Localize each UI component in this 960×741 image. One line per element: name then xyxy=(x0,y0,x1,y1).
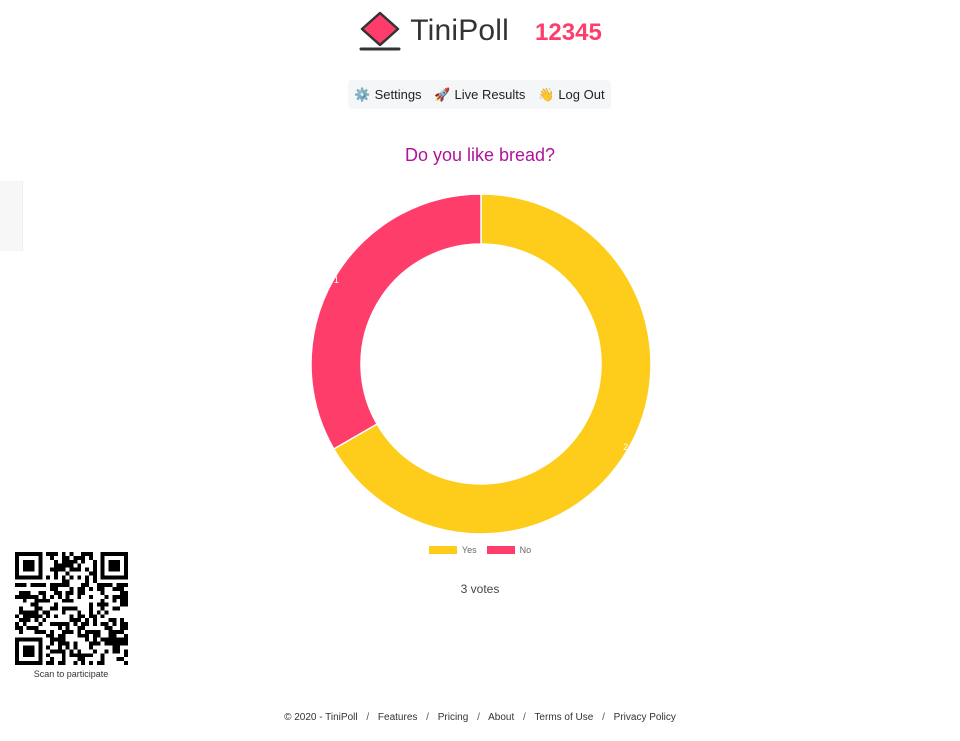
nav-log-out-label: Log Out xyxy=(558,87,605,102)
nav-log-out[interactable]: 👋 Log Out xyxy=(538,87,604,103)
qr-code xyxy=(15,552,128,665)
nav-live-results-label: Live Results xyxy=(454,87,526,102)
side-tab[interactable] xyxy=(0,181,23,251)
waving-hand-icon: 👋 xyxy=(538,86,555,102)
footer: © 2020 - TiniPoll / Features / Pricing /… xyxy=(284,712,676,723)
chart-legend: Yes No xyxy=(0,545,960,555)
logo-icon xyxy=(359,11,401,51)
rocket-icon: 🚀 xyxy=(434,86,451,102)
slice-value-no: 1 xyxy=(334,275,339,285)
footer-link-terms[interactable]: Terms of Use xyxy=(534,712,593,723)
vote-count: 3 votes xyxy=(460,582,500,596)
poll-question: Do you like bread? xyxy=(404,145,556,165)
gear-icon: ⚙️ xyxy=(354,86,371,102)
footer-link-about[interactable]: About xyxy=(488,712,514,723)
qr-caption: Scan to participate xyxy=(33,669,109,679)
footer-link-privacy[interactable]: Privacy Policy xyxy=(614,712,676,723)
slice-value-yes: 2 xyxy=(623,442,628,452)
poll-code: 12345 xyxy=(535,19,602,46)
nav-settings-label: Settings xyxy=(374,87,422,102)
nav-bar: ⚙️ Settings 🚀 Live Results 👋 Log Out xyxy=(348,80,611,109)
legend-item-yes[interactable]: Yes xyxy=(428,545,477,555)
nav-settings[interactable]: ⚙️ Settings xyxy=(354,87,421,103)
footer-copyright: © 2020 - TiniPoll xyxy=(284,712,358,723)
legend-label-no: No xyxy=(519,545,532,555)
footer-link-pricing[interactable]: Pricing xyxy=(438,712,469,723)
donut-chart: 21 xyxy=(310,193,652,535)
legend-item-no[interactable]: No xyxy=(486,545,532,555)
header: TiniPoll 12345 xyxy=(0,8,960,54)
legend-swatch-no xyxy=(486,546,515,554)
slice-no[interactable] xyxy=(310,193,482,451)
legend-label-yes: Yes xyxy=(461,545,477,555)
logo-link[interactable]: TiniPoll xyxy=(358,9,509,53)
brand-name: TiniPoll xyxy=(410,14,510,47)
footer-link-features[interactable]: Features xyxy=(378,712,417,723)
legend-swatch-yes xyxy=(428,546,457,554)
nav-live-results[interactable]: 🚀 Live Results xyxy=(434,87,525,103)
